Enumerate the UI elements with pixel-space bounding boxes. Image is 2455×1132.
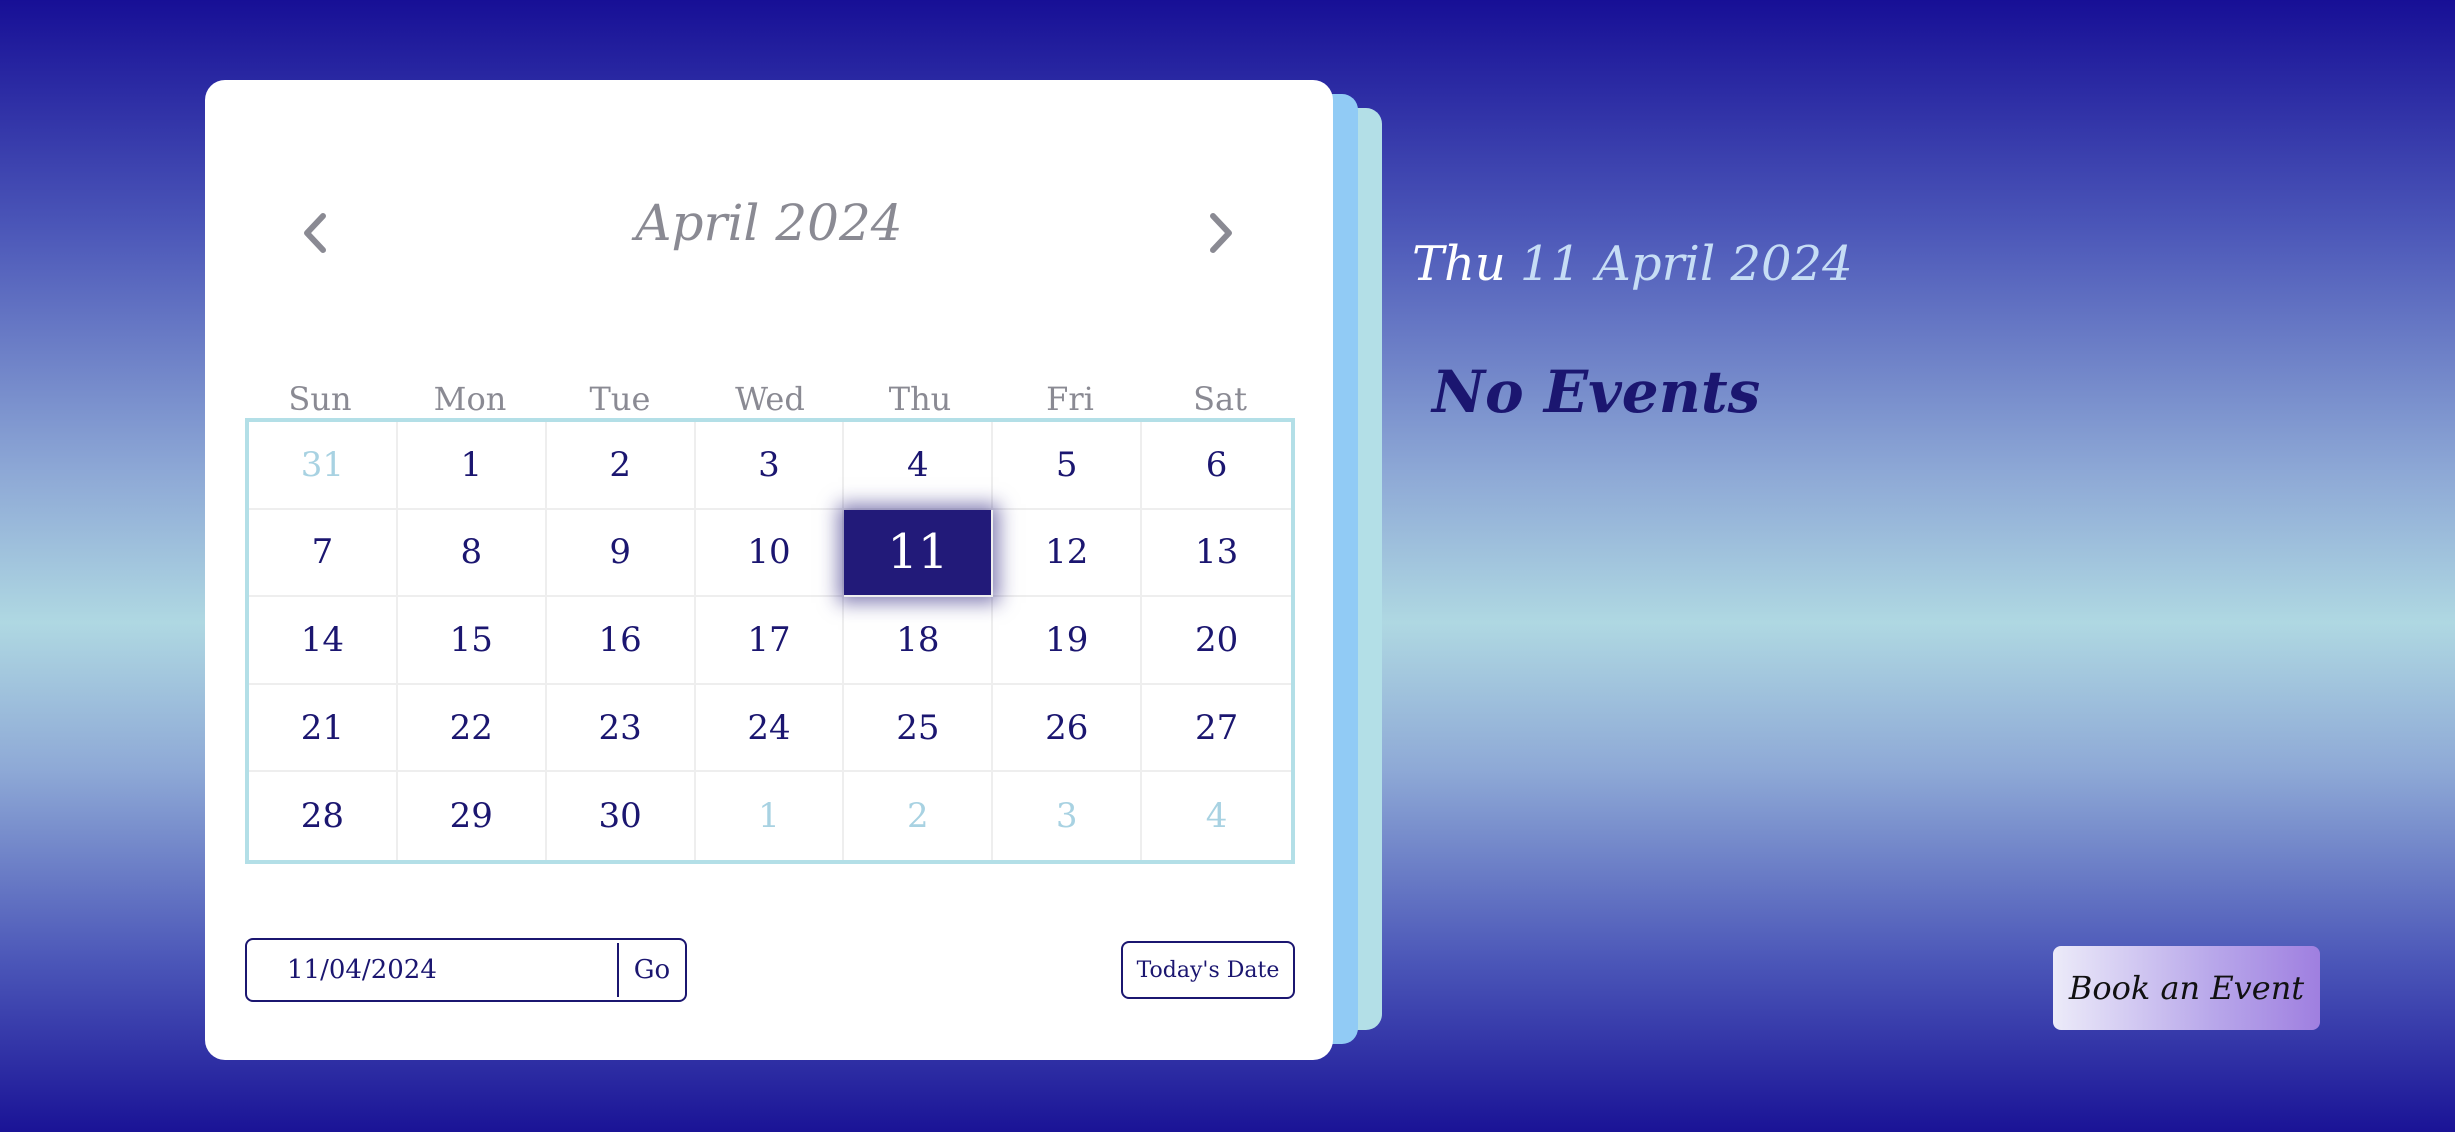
day-cell[interactable]: 17 bbox=[695, 597, 845, 685]
day-cell[interactable]: 16 bbox=[546, 597, 696, 685]
day-cell[interactable]: 13 bbox=[1142, 510, 1291, 598]
day-cell[interactable]: 2 bbox=[844, 772, 994, 860]
date-input[interactable] bbox=[247, 940, 617, 1000]
day-cell[interactable]: 1 bbox=[696, 772, 845, 860]
day-cell[interactable]: 8 bbox=[397, 509, 547, 598]
day-cell[interactable]: 26 bbox=[993, 684, 1143, 773]
day-cell[interactable]: 29 bbox=[398, 772, 547, 860]
day-cell[interactable]: 20 bbox=[1142, 597, 1291, 685]
day-cell[interactable]: 5 bbox=[993, 422, 1143, 510]
chevron-right-icon bbox=[1210, 213, 1232, 253]
day-cell[interactable]: 30 bbox=[547, 772, 696, 860]
today-button[interactable]: Today's Date bbox=[1121, 941, 1295, 999]
day-cell-selected[interactable]: 11 bbox=[844, 509, 994, 598]
day-cell[interactable]: 10 bbox=[695, 509, 845, 598]
days-grid: 31 1 2 3 4 5 6 7 8 9 10 11 12 13 14 15 1… bbox=[245, 418, 1295, 864]
weekday-label: Tue bbox=[589, 380, 651, 418]
weekday-label: Fri bbox=[1046, 380, 1094, 418]
day-cell[interactable]: 15 bbox=[397, 597, 547, 685]
day-cell[interactable]: 14 bbox=[249, 597, 398, 685]
calendar-card: April 2024 Sun Mon Tue Wed Thu Fri Sat 3… bbox=[205, 80, 1333, 1060]
weekday-label: Thu bbox=[888, 380, 952, 418]
goto-date-form: Go bbox=[245, 938, 687, 1002]
day-cell[interactable]: 18 bbox=[844, 597, 994, 685]
selected-date-heading: Thu 11 April 2024 bbox=[1412, 238, 1853, 291]
day-cell[interactable]: 19 bbox=[993, 597, 1143, 685]
weekday-label: Mon bbox=[433, 380, 507, 418]
book-event-button[interactable]: Book an Event bbox=[2053, 946, 2320, 1030]
day-cell[interactable]: 7 bbox=[249, 509, 398, 598]
selected-full-date: 11 April 2024 bbox=[1519, 236, 1853, 292]
day-cell[interactable]: 28 bbox=[249, 772, 398, 860]
day-cell[interactable]: 3 bbox=[695, 422, 845, 510]
day-cell[interactable]: 27 bbox=[1142, 685, 1291, 773]
day-cell[interactable]: 25 bbox=[844, 684, 994, 773]
day-cell[interactable]: 4 bbox=[844, 422, 994, 510]
next-month-button[interactable] bbox=[1201, 208, 1241, 258]
weekday-label: Sun bbox=[288, 380, 352, 418]
day-cell[interactable]: 3 bbox=[993, 772, 1143, 860]
day-cell[interactable]: 1 bbox=[397, 422, 547, 510]
day-cell[interactable]: 24 bbox=[695, 684, 845, 773]
weekday-label: Sat bbox=[1193, 380, 1247, 418]
day-cell[interactable]: 9 bbox=[546, 509, 696, 598]
day-cell[interactable]: 23 bbox=[546, 684, 696, 773]
month-title: April 2024 bbox=[635, 194, 903, 252]
day-cell[interactable]: 4 bbox=[1142, 772, 1291, 860]
day-cell[interactable]: 2 bbox=[546, 422, 696, 510]
weekday-header: Sun Mon Tue Wed Thu Fri Sat bbox=[245, 380, 1295, 418]
weekday-label: Wed bbox=[735, 380, 805, 418]
selected-weekday: Thu bbox=[1412, 236, 1506, 292]
day-cell[interactable]: 22 bbox=[397, 684, 547, 773]
no-events-message: No Events bbox=[1432, 358, 1761, 426]
day-cell[interactable]: 12 bbox=[993, 509, 1143, 598]
go-button[interactable]: Go bbox=[617, 943, 685, 997]
day-cell[interactable]: 6 bbox=[1142, 422, 1291, 510]
day-cell[interactable]: 31 bbox=[249, 422, 398, 510]
day-cell[interactable]: 21 bbox=[249, 684, 398, 773]
